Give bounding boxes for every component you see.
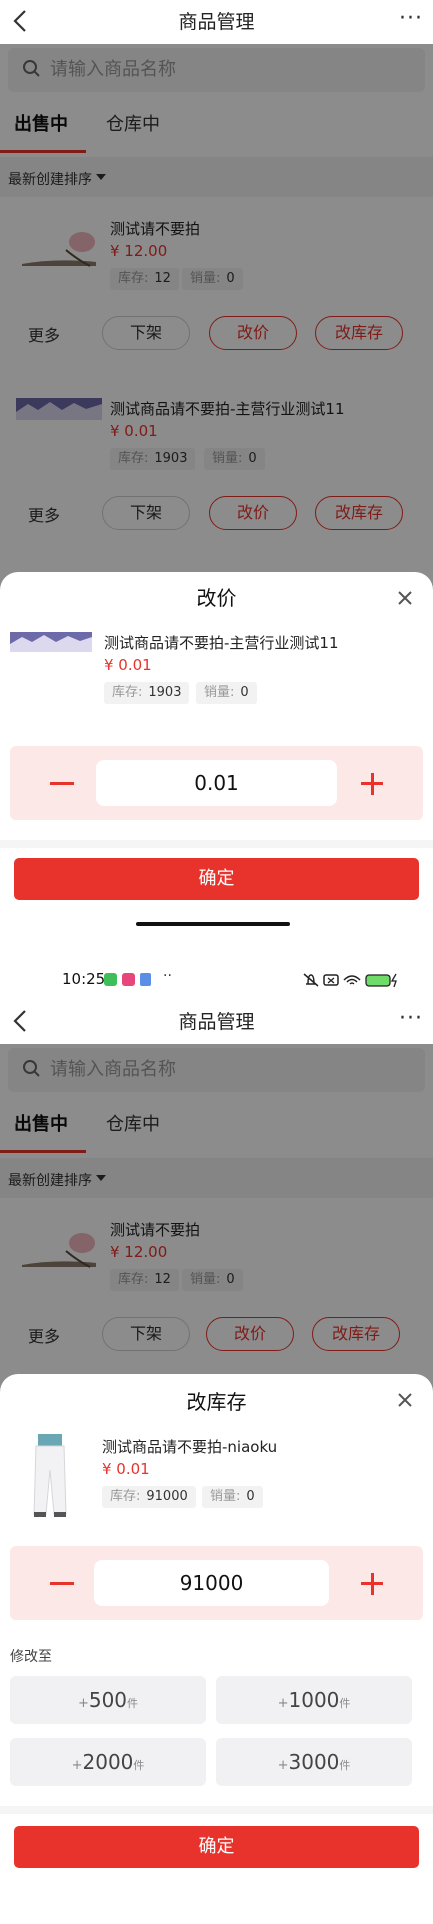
sales-chip: 销量: 0 bbox=[202, 1486, 263, 1508]
price-edit-sheet: 改价 测试商品请不要拍-主营行业测试11 ¥ 0.01 库存: 1903 销量: 0… bbox=[0, 572, 433, 960]
plus-icon-vertical[interactable] bbox=[371, 1573, 374, 1595]
sheet-title: 改库存 bbox=[186, 1390, 247, 1414]
product-name: 测试商品请不要拍-主营行业测试11 bbox=[104, 634, 339, 652]
sales-chip: 销量: 0 bbox=[196, 682, 257, 704]
plus-icon-vertical[interactable] bbox=[371, 773, 374, 795]
status-time: 10:25 bbox=[62, 970, 106, 988]
product-price: ¥ 0.01 bbox=[104, 656, 152, 674]
product-thumbnail bbox=[10, 632, 92, 652]
minus-icon[interactable] bbox=[50, 782, 74, 785]
confirm-button[interactable]: 确定 bbox=[14, 858, 419, 900]
modal-overlay[interactable] bbox=[0, 1044, 433, 1404]
page-title: 商品管理 bbox=[178, 1011, 255, 1033]
close-icon[interactable] bbox=[395, 588, 415, 608]
product-price: ¥ 0.01 bbox=[102, 1460, 150, 1478]
nav-bar: 商品管理 ··· bbox=[0, 1000, 433, 1044]
divider bbox=[0, 1806, 433, 1814]
preset-3000-button[interactable]: +3000件 bbox=[216, 1738, 412, 1786]
nav-bar: 商品管理 ··· bbox=[0, 0, 433, 44]
modal-overlay[interactable] bbox=[0, 44, 433, 604]
modify-to-label: 修改至 bbox=[10, 1649, 52, 1665]
more-notifications-icon: ·· bbox=[163, 968, 172, 984]
stock-edit-sheet: 改库存 测试商品请不要拍-niaoku ¥ 0.01 库存: 91000 销量: 0… bbox=[0, 1374, 433, 1924]
home-indicator bbox=[136, 922, 290, 926]
page-title: 商品管理 bbox=[178, 11, 255, 33]
stock-chip: 库存: 1903 bbox=[104, 682, 190, 704]
price-edit-screen: 商品管理 ··· 请输入商品名称 出售中 仓库中 最新创建排序 测试请不要拍 ¥… bbox=[0, 0, 433, 960]
more-menu-icon[interactable]: ··· bbox=[399, 1004, 423, 1034]
product-thumbnail bbox=[33, 1434, 67, 1517]
stock-input[interactable]: 91000 bbox=[94, 1560, 329, 1606]
preset-1000-button[interactable]: +1000件 bbox=[216, 1676, 412, 1724]
preset-2000-button[interactable]: +2000件 bbox=[10, 1738, 206, 1786]
minus-icon[interactable] bbox=[50, 1582, 74, 1585]
price-stepper: 0.01 bbox=[10, 746, 423, 820]
stock-chip: 库存: 91000 bbox=[102, 1486, 196, 1508]
divider bbox=[0, 840, 433, 848]
sheet-title: 改价 bbox=[196, 586, 237, 610]
stock-stepper: 91000 bbox=[10, 1546, 423, 1620]
product-name: 测试商品请不要拍-niaoku bbox=[102, 1438, 278, 1456]
price-input[interactable]: 0.01 bbox=[96, 760, 337, 806]
confirm-button[interactable]: 确定 bbox=[14, 1826, 419, 1868]
system-status-icons bbox=[303, 973, 397, 988]
preset-500-button[interactable]: +500件 bbox=[10, 1676, 206, 1724]
close-icon[interactable] bbox=[395, 1390, 415, 1410]
status-bar: 10:25 ·· bbox=[0, 960, 433, 1000]
notification-icons bbox=[104, 973, 151, 986]
stock-edit-screen: 10:25 ·· 商品管理 ··· 请输入商品名称 出售中 仓库中 最新创建排序 bbox=[0, 960, 433, 1924]
more-menu-icon[interactable]: ··· bbox=[399, 4, 423, 34]
